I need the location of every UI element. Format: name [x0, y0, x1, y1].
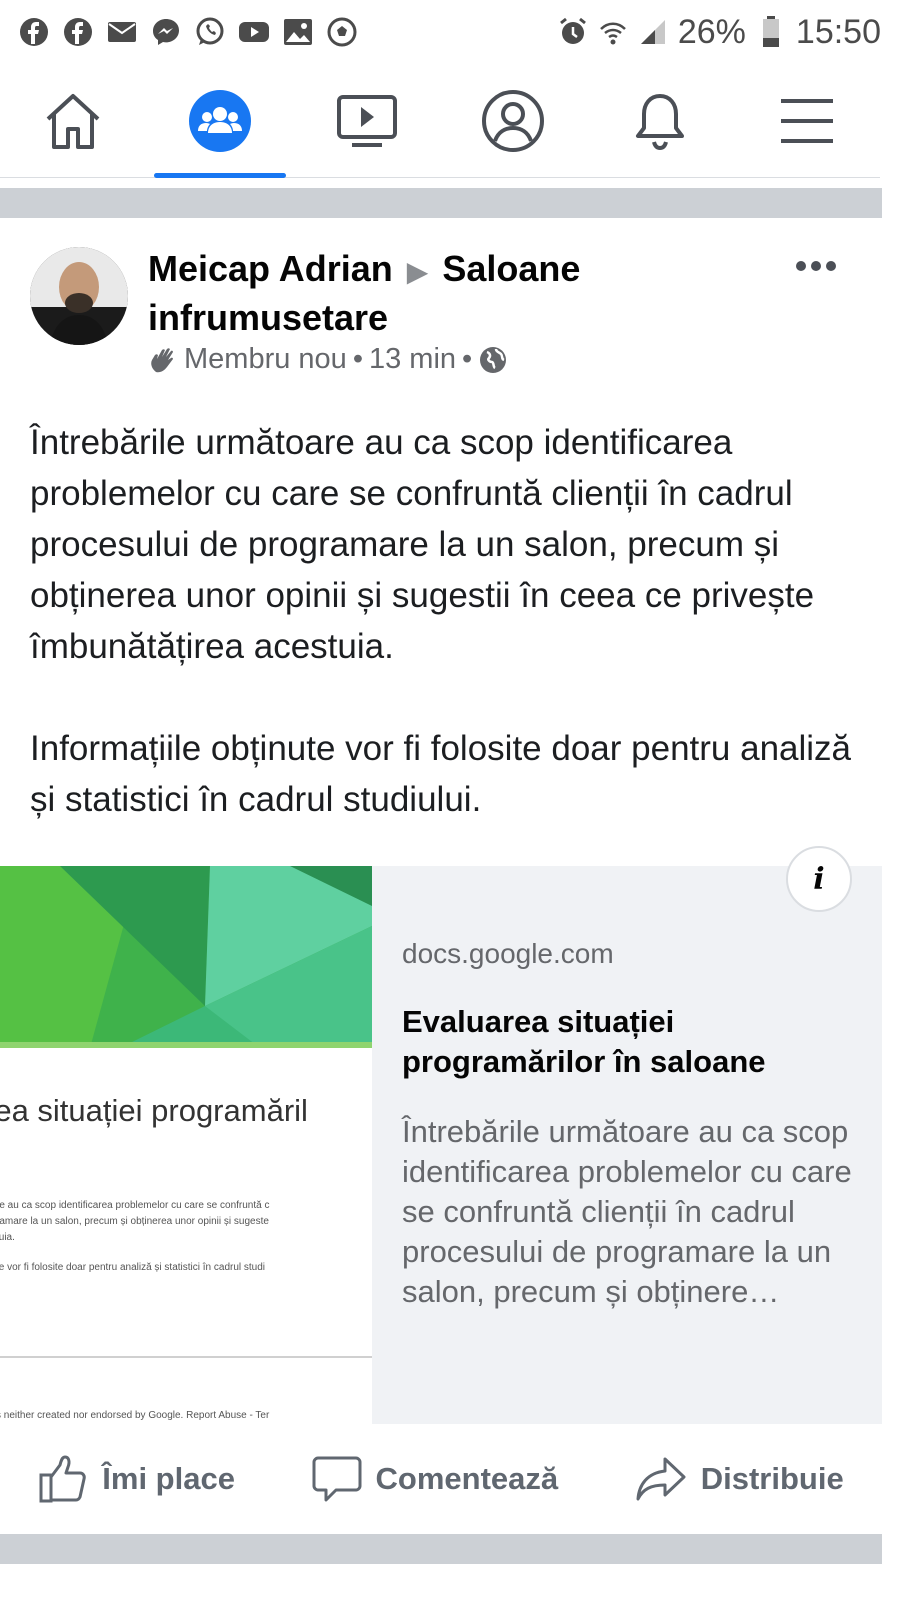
thumbnail-text: re au ca scop identificarea problemelor …	[0, 1200, 270, 1211]
whatsapp-icon	[194, 16, 226, 48]
thumbnail-footer: s neither created nor endorsed by Google…	[0, 1410, 270, 1421]
alarm-icon	[558, 17, 588, 47]
notifications-icon	[635, 93, 684, 150]
notification-icons	[18, 16, 358, 48]
like-button[interactable]: Îmi place	[38, 1455, 235, 1503]
youtube-icon	[238, 16, 270, 48]
share-label: Distribuie	[700, 1461, 844, 1496]
dot-icon	[796, 261, 806, 271]
post-time[interactable]: 13 min	[369, 343, 456, 376]
clock: 15:50	[795, 12, 881, 51]
dot-icon	[826, 261, 836, 271]
home-icon	[46, 93, 100, 149]
post-author-line: Meicap Adrian ▶ Saloane infrumusetare	[148, 246, 768, 341]
thumbnail-title-line: e	[0, 1134, 308, 1180]
link-description: Întrebările următoare au ca scop identif…	[402, 1114, 852, 1309]
link-domain: docs.google.com	[402, 938, 614, 969]
more-options-button[interactable]	[792, 250, 840, 282]
mail-icon	[106, 16, 138, 48]
dot-icon	[811, 261, 821, 271]
top-navigation	[0, 64, 880, 178]
signal-icon	[638, 17, 668, 47]
info-icon[interactable]: i	[786, 846, 852, 912]
soccer-icon	[326, 16, 358, 48]
arrow-right-icon: ▶	[406, 256, 429, 287]
thumbnail-text: te vor fi folosite doar pentru analiză ș…	[0, 1262, 266, 1273]
share-button[interactable]: Distribuie	[635, 1456, 844, 1502]
messenger-icon	[150, 16, 182, 48]
thumbnail-text: ramare la un salon, precum și obținerea …	[0, 1216, 269, 1227]
post-actions: Îmi place Comentează Distribuie	[0, 1426, 882, 1532]
meta-separator: •	[352, 343, 363, 375]
globe-icon	[480, 346, 507, 373]
post-meta: Membru nou • 13 min •	[148, 343, 508, 376]
battery-percent: 26%	[677, 12, 746, 51]
meta-separator: •	[462, 343, 473, 375]
avatar[interactable]	[30, 247, 128, 345]
author-name[interactable]: Meicap Adrian	[148, 248, 393, 289]
form-banner-image	[0, 866, 372, 1048]
thumbnail-title: rea situației programăril e	[0, 1088, 308, 1180]
tab-menu[interactable]	[737, 64, 877, 178]
share-icon	[636, 1457, 686, 1501]
gallery-icon	[282, 16, 314, 48]
comment-label: Comentează	[375, 1461, 559, 1496]
post-paragraph: Informațiile obținute vor fi folosite do…	[30, 729, 852, 819]
tab-watch[interactable]	[297, 64, 437, 178]
watch-icon	[336, 94, 397, 147]
comment-button[interactable]: Comentează	[312, 1455, 559, 1503]
like-label: Îmi place	[102, 1461, 235, 1496]
tab-profile[interactable]	[443, 64, 583, 178]
thumbnail-title-line: rea situației programăril	[0, 1093, 308, 1128]
wave-hand-icon	[151, 347, 173, 372]
status-bar: 26% 15:50	[0, 0, 899, 64]
tab-notifications[interactable]	[590, 64, 730, 178]
thumbnail-divider	[0, 1356, 372, 1358]
post-paragraph: Întrebările următoare au ca scop identif…	[30, 423, 815, 666]
feed-divider	[0, 188, 882, 218]
facebook-icon	[18, 16, 50, 48]
battery-icon	[756, 16, 786, 47]
groups-icon	[188, 89, 251, 152]
thumbs-up-icon	[39, 1455, 87, 1503]
profile-icon	[482, 89, 545, 152]
member-badge: Membru nou	[184, 343, 347, 375]
menu-icon	[780, 98, 833, 143]
link-thumbnail: rea situației programăril e re au ca sco…	[0, 866, 372, 1424]
thumbnail-text: tuia.	[0, 1232, 15, 1243]
feed-divider	[0, 1534, 882, 1564]
comment-icon	[312, 1456, 362, 1502]
post-body: Întrebările următoare au ca scop identif…	[30, 417, 870, 876]
facebook-icon	[62, 16, 94, 48]
wifi-icon	[598, 17, 628, 47]
link-title[interactable]: Evaluarea situației programărilor în sal…	[402, 1002, 842, 1082]
tab-groups[interactable]	[150, 64, 290, 178]
system-status: 26% 15:50	[558, 13, 881, 52]
tab-home[interactable]	[3, 64, 143, 178]
